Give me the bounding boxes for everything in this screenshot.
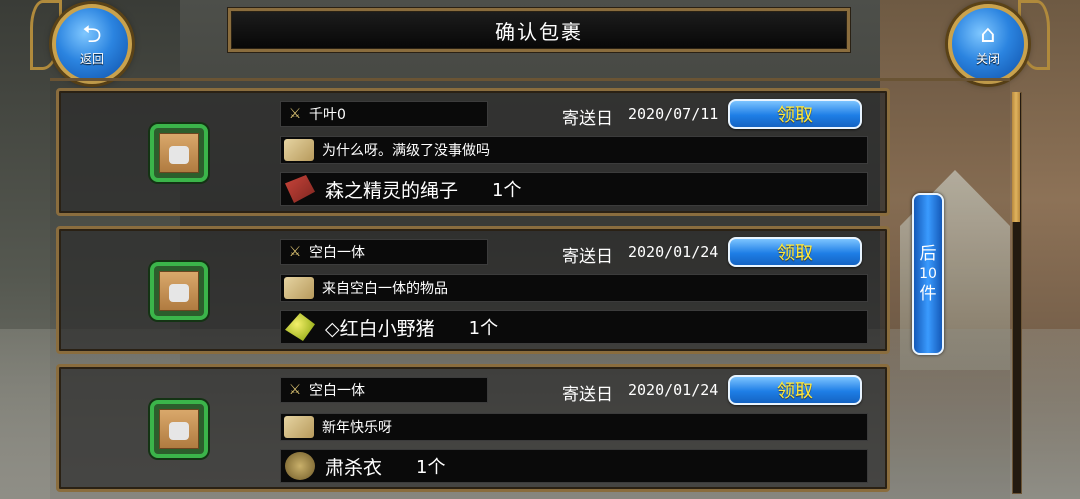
date-label: 寄送日 bbox=[562, 385, 613, 405]
cloth-icon bbox=[285, 452, 315, 480]
item-name: 森之精灵的绳子 bbox=[325, 179, 459, 202]
letter-scroll-icon bbox=[284, 139, 314, 161]
back-button-label: 返回 bbox=[79, 51, 104, 66]
item-quantity: 1个 bbox=[492, 180, 522, 201]
title-bar: 确认包裹 bbox=[228, 8, 850, 52]
claim-button[interactable]: 领取 bbox=[728, 375, 862, 405]
sword-icon: ⚔ bbox=[288, 382, 302, 398]
return-arrow-icon: ⮌ bbox=[82, 19, 102, 48]
sword-icon: ⚔ bbox=[288, 244, 302, 260]
parcel-icon bbox=[150, 400, 208, 458]
message-field: 新年快乐呀 bbox=[280, 413, 868, 441]
sword-icon: ⚔ bbox=[288, 106, 302, 122]
claim-button[interactable]: 领取 bbox=[728, 99, 862, 129]
letter-scroll-icon bbox=[284, 277, 314, 299]
close-button-label: 关闭 bbox=[975, 51, 1000, 66]
sender-field: ⚔ 空白一体 bbox=[280, 239, 488, 265]
date-label: 寄送日 bbox=[562, 109, 613, 129]
message-field: 来自空白一体的物品 bbox=[280, 274, 868, 302]
item-name: ◇红白小野猪 bbox=[325, 317, 435, 340]
next-page-count: 10 bbox=[919, 266, 937, 282]
message-text: 为什么呀。满级了没事做吗 bbox=[322, 143, 490, 159]
send-date: 2020/07/11 bbox=[628, 105, 719, 123]
item-name: 肃杀衣 bbox=[325, 456, 383, 479]
next-page-button[interactable]: 后 10 件 bbox=[912, 193, 944, 355]
sender-name: 空白一体 bbox=[309, 245, 365, 261]
message-text: 新年快乐呀 bbox=[322, 420, 392, 436]
sender-field: ⚔ 千叶0 bbox=[280, 101, 488, 127]
next-page-label-top: 后 bbox=[919, 244, 937, 264]
attachment-field: ◇红白小野猪 1个 bbox=[280, 310, 868, 344]
item-quantity: 1个 bbox=[416, 457, 446, 478]
claim-button-label: 领取 bbox=[777, 105, 813, 126]
claim-button-label: 领取 bbox=[777, 243, 813, 264]
item-quantity: 1个 bbox=[468, 318, 499, 339]
rope-icon bbox=[285, 175, 315, 203]
claim-button-label: 领取 bbox=[777, 381, 813, 402]
message-text: 来自空白一体的物品 bbox=[322, 281, 448, 297]
sender-name: 千叶0 bbox=[309, 107, 346, 123]
next-page-label-bottom: 件 bbox=[919, 284, 937, 304]
claim-button[interactable]: 领取 bbox=[728, 237, 862, 267]
message-field: 为什么呀。满级了没事做吗 bbox=[280, 136, 868, 164]
close-button[interactable]: ⌂ 关闭 bbox=[948, 4, 1028, 84]
parcel-icon bbox=[150, 124, 208, 182]
send-date: 2020/01/24 bbox=[628, 243, 719, 261]
leaf-icon bbox=[285, 313, 315, 341]
letter-scroll-icon bbox=[284, 416, 314, 438]
attachment-field: 肃杀衣 1个 bbox=[280, 449, 868, 483]
back-button[interactable]: ⮌ 返回 bbox=[52, 4, 132, 84]
date-label: 寄送日 bbox=[562, 247, 613, 267]
sender-field: ⚔ 空白一体 bbox=[280, 377, 488, 403]
page-title: 确认包裹 bbox=[495, 19, 583, 44]
send-date: 2020/01/24 bbox=[628, 381, 719, 399]
house-icon: ⌂ bbox=[980, 19, 996, 48]
scrollbar-thumb[interactable] bbox=[1012, 92, 1020, 222]
attachment-field: 森之精灵的绳子 1个 bbox=[280, 172, 868, 206]
sender-name: 空白一体 bbox=[309, 383, 365, 399]
parcel-icon bbox=[150, 262, 208, 320]
